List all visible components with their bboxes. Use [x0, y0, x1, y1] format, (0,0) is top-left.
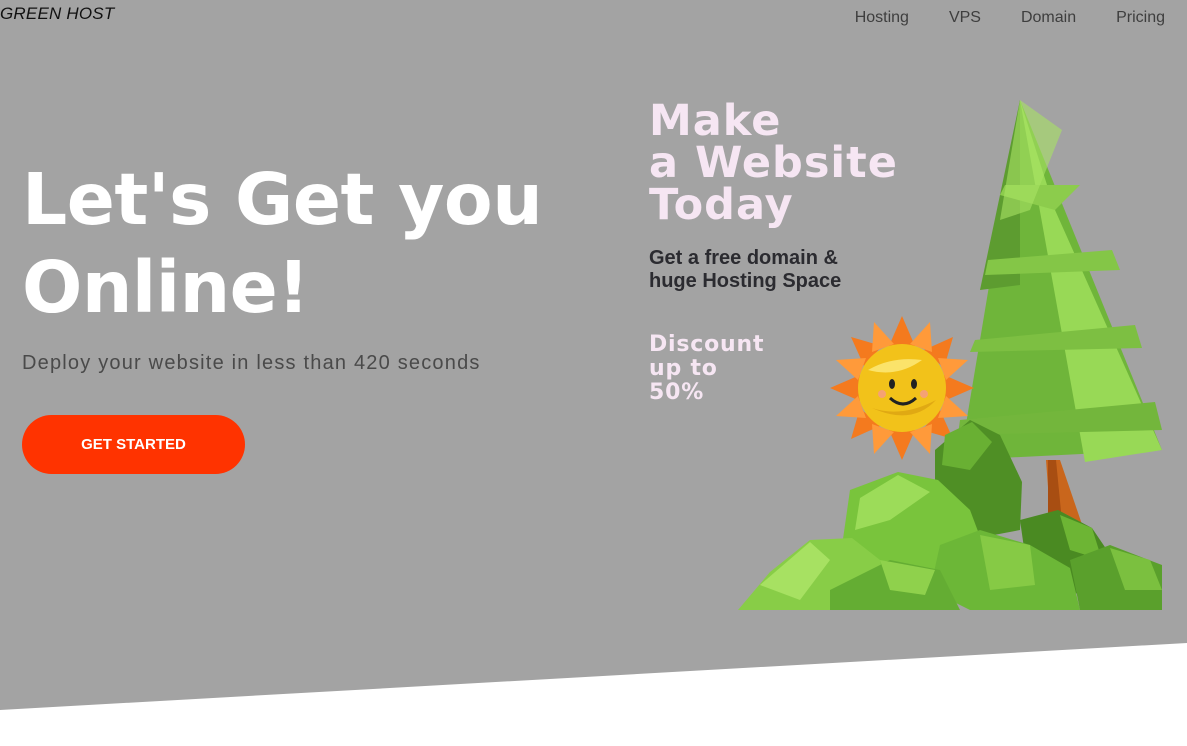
hero-subline: Deploy your website in less than 420 sec… [22, 352, 481, 374]
hero-illustration [738, 100, 1162, 610]
top-nav: Hosting VPS Domain Pricing [855, 9, 1165, 27]
promo-discount-line2: up to [649, 356, 718, 381]
hero-headline-line2: Online! [22, 246, 310, 329]
get-started-button[interactable]: GET STARTED [22, 415, 245, 474]
nav-domain[interactable]: Domain [1021, 9, 1076, 27]
hero-headline-line1: Let's Get you [22, 158, 543, 241]
hero-headline: Let's Get you Online! [22, 156, 582, 332]
nav-vps[interactable]: VPS [949, 9, 981, 27]
promo-discount-line3: 50% [649, 380, 705, 405]
nav-pricing[interactable]: Pricing [1116, 9, 1165, 27]
nav-hosting[interactable]: Hosting [855, 9, 909, 27]
brand-logo[interactable]: GREEN HOST [0, 4, 114, 24]
